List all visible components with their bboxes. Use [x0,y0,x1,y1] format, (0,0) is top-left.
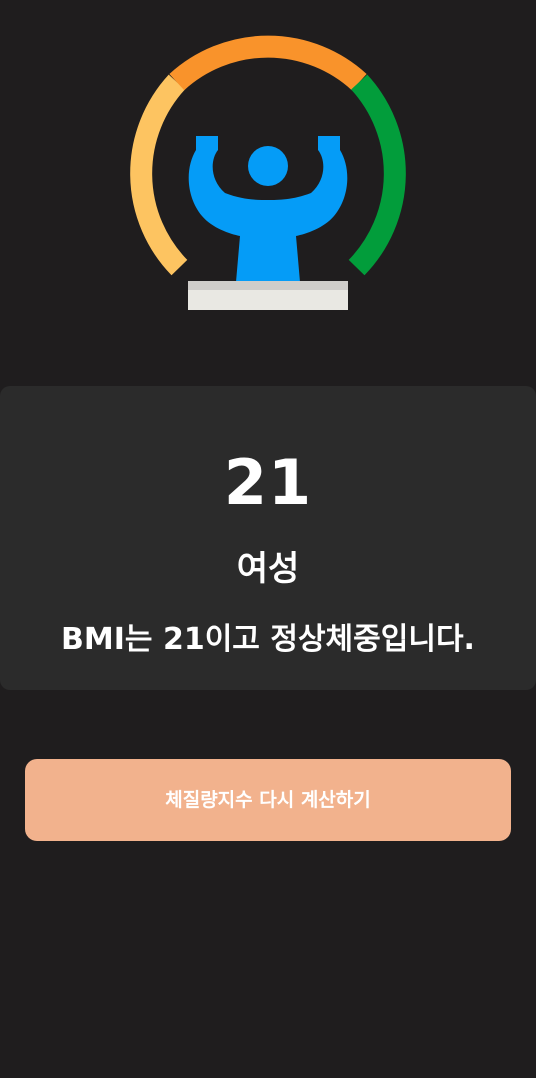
hero-illustration [0,0,536,340]
weightlifter-figure [188,136,348,282]
gender-label: 여성 [236,549,300,589]
gauge-segment-low [130,74,188,276]
result-card: 21 여성 BMI는 21이고 정상체중입니다. [0,386,536,690]
gauge-segment-high [348,74,406,276]
gauge-segment-mid [169,35,367,91]
bmi-gauge-weightlifter-icon [130,35,406,310]
bmi-result-message: BMI는 21이고 정상체중입니다. [61,622,475,657]
scale-top [188,281,348,290]
bmi-value: 21 [223,446,313,519]
recalculate-button[interactable]: 체질량지수 다시 계산하기 [25,759,511,841]
scale-body [188,290,348,310]
